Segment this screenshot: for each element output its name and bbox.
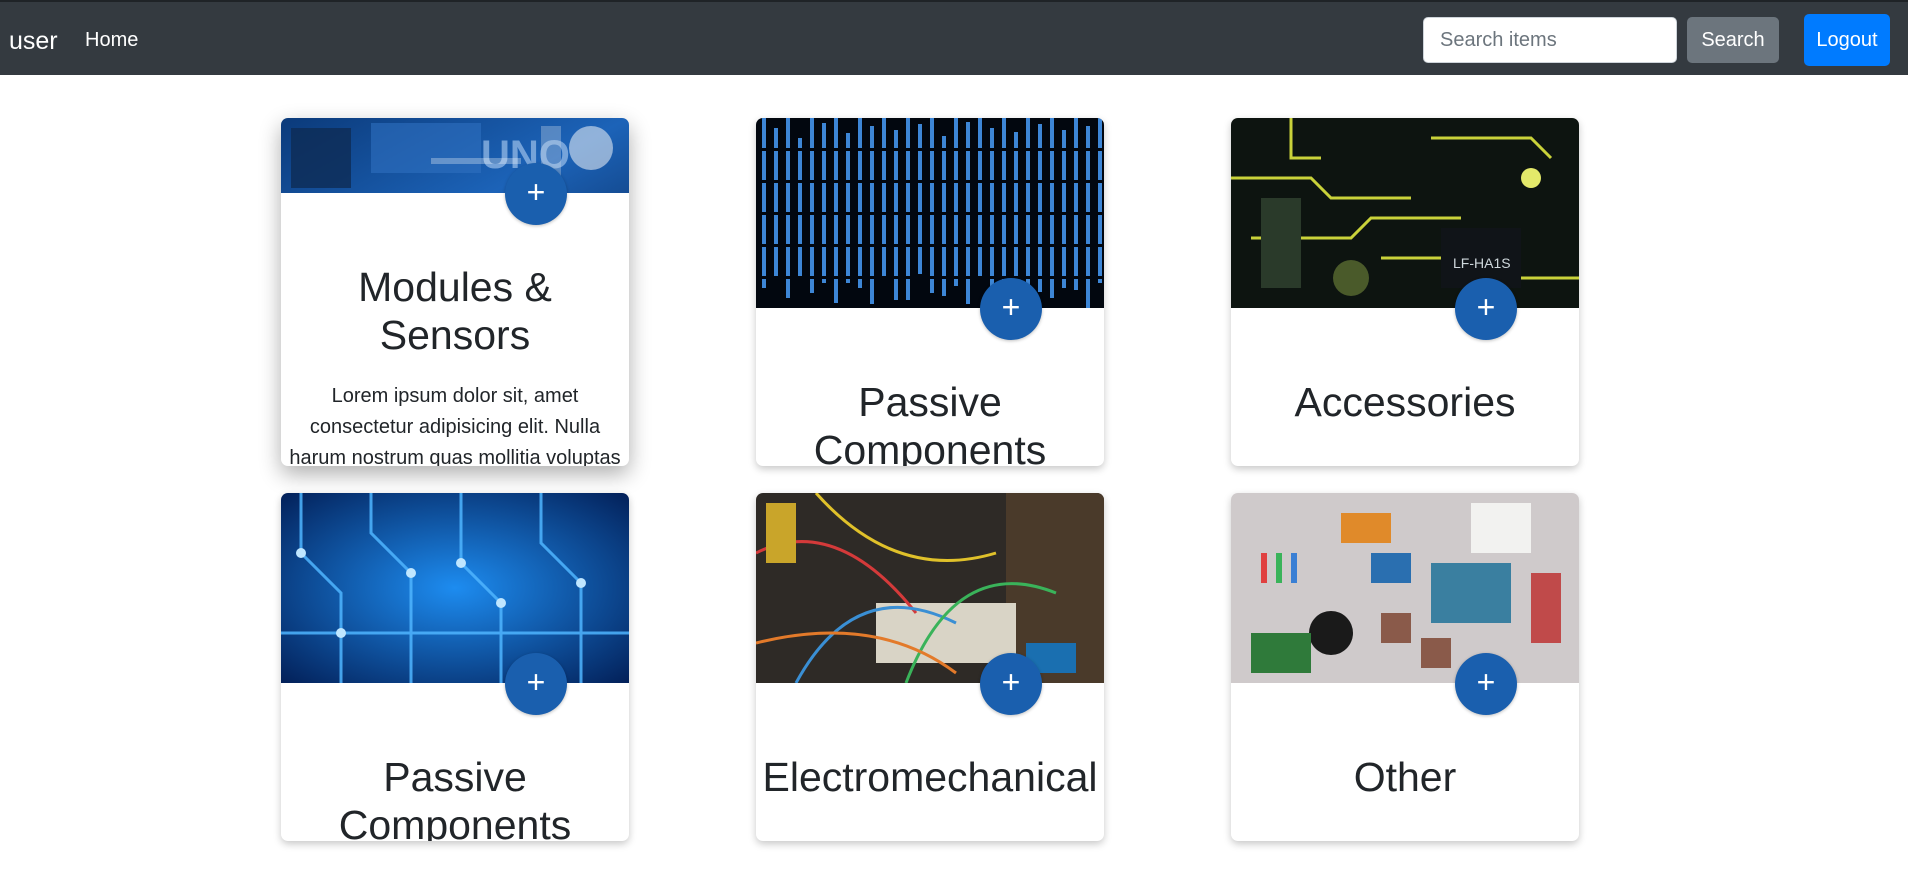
wires-breadboard-image	[756, 493, 1104, 683]
category-card-other[interactable]: + Other	[1231, 493, 1579, 841]
card-title: Passive Components	[338, 754, 572, 841]
card-title: Modules & Sensors	[358, 264, 552, 358]
nav-home-link[interactable]: Home	[85, 28, 138, 52]
electronic-parts-image	[1231, 493, 1579, 683]
logout-button[interactable]: Logout	[1804, 14, 1890, 66]
brand-user[interactable]: user	[9, 26, 58, 56]
add-button[interactable]: +	[980, 278, 1042, 340]
arduino-board-image: UNO	[281, 118, 629, 193]
top-navbar: user Home Search Logout	[0, 0, 1908, 75]
card-title: Electromechanical	[762, 754, 1098, 800]
category-card-passive-components[interactable]: + Passive Components	[756, 118, 1104, 466]
circuit-board-image: LF-HA1S	[1231, 118, 1579, 308]
search-input[interactable]	[1423, 17, 1677, 63]
card-title: Other	[1353, 754, 1457, 800]
card-title: Accessories	[1294, 379, 1516, 425]
card-description: Lorem ipsum dolor sit, amet consectetur …	[289, 385, 621, 466]
add-button[interactable]: +	[1455, 653, 1517, 715]
svg-text:LF-HA1S: LF-HA1S	[1453, 255, 1511, 271]
binary-code-image	[756, 118, 1104, 308]
category-card-modules-sensors[interactable]: UNO + Modules & Sensors Lorem ipsum dolo…	[281, 118, 629, 466]
category-card-passive-components-2[interactable]: + Passive Components	[281, 493, 629, 841]
card-title: Passive Components	[813, 379, 1047, 466]
add-button[interactable]: +	[505, 653, 567, 715]
add-button[interactable]: +	[1455, 278, 1517, 340]
search-button[interactable]: Search	[1687, 17, 1779, 63]
category-card-accessories[interactable]: LF-HA1S + Accessories	[1231, 118, 1579, 466]
category-card-electromechanical[interactable]: + Electromechanical	[756, 493, 1104, 841]
add-button[interactable]: +	[505, 163, 567, 225]
blue-circuit-image	[281, 493, 629, 683]
add-button[interactable]: +	[980, 653, 1042, 715]
